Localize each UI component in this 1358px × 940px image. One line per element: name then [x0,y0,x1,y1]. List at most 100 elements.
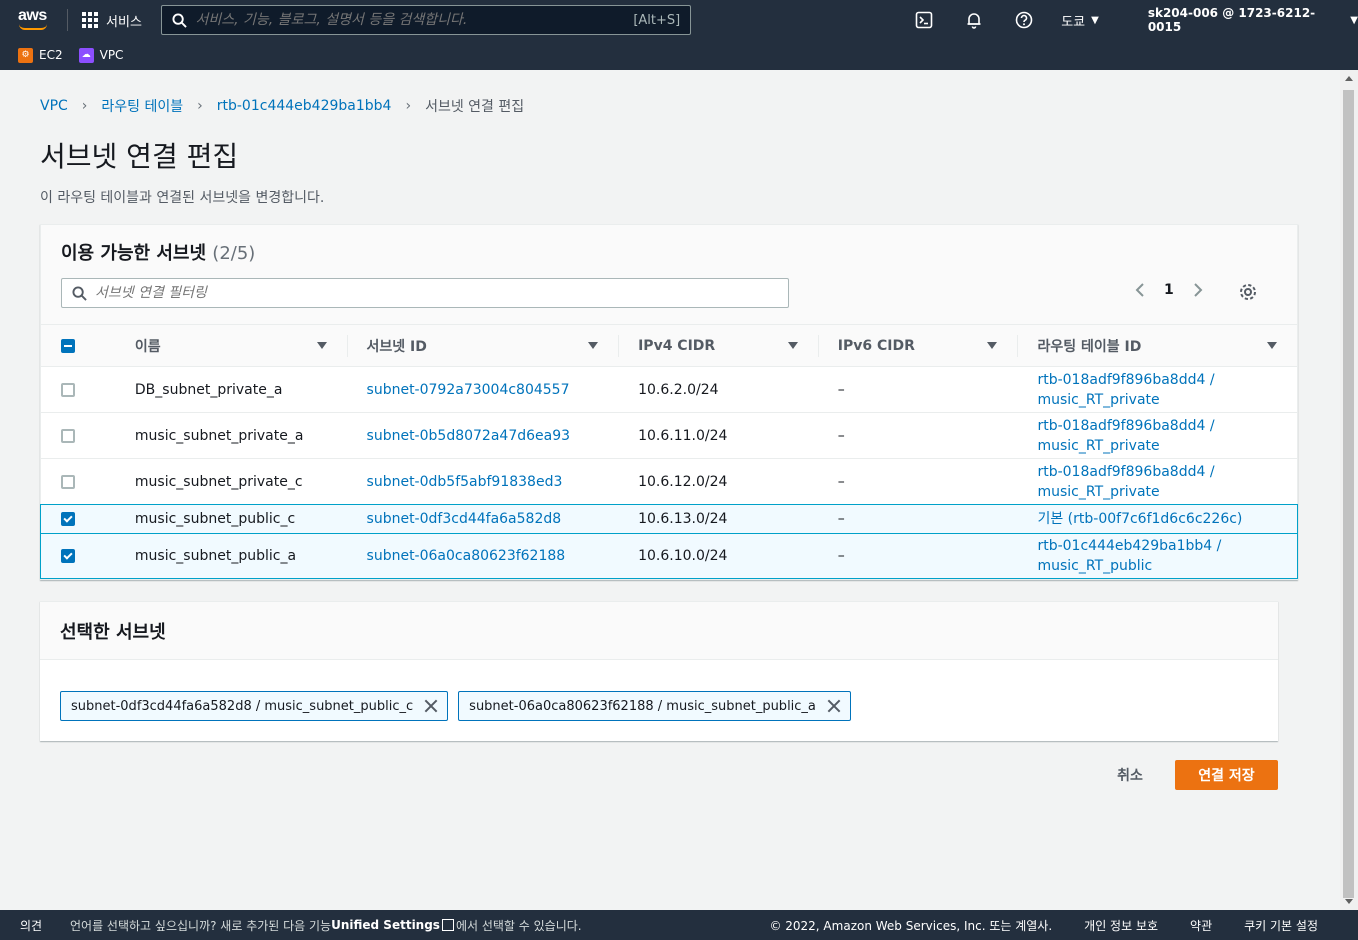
page-number[interactable]: 1 [1164,282,1174,298]
chevron-right-icon: › [405,98,412,114]
global-search-input[interactable] [195,12,634,28]
route-table-id[interactable]: rtb-018adf9f896ba8dd4 / [1037,462,1214,482]
favorite-label: EC2 [39,48,63,62]
select-all-checkbox[interactable] [61,338,75,353]
close-icon[interactable] [826,698,842,714]
subnet-id-link[interactable]: subnet-06a0ca80623f62188 [367,548,566,564]
close-icon[interactable] [423,698,439,714]
row-checkbox[interactable] [61,382,75,397]
selected-token-list: subnet-0df3cd44fa6a582d8 / music_subnet_… [60,691,851,721]
ec2-icon: ⚙ [18,47,33,63]
column-ipv4-cidr[interactable]: IPv4 CIDR [618,325,818,366]
scroll-up-icon[interactable] [1345,76,1353,81]
row-checkbox-checked[interactable] [61,512,75,526]
route-table-name[interactable]: music_RT_private [1037,390,1159,410]
subnet-id-link[interactable]: subnet-0792a73004c804557 [367,382,570,398]
route-table-id[interactable]: rtb-01c444eb429ba1bb4 / [1037,536,1221,556]
page-description: 이 라우팅 테이블과 연결된 서브넷을 변경합니다. [40,190,325,206]
route-table-link[interactable]: rtb-01c444eb429ba1bb4 / music_RT_public [1017,536,1297,576]
column-name[interactable]: 이름 [115,325,347,366]
column-subnet-id[interactable]: 서브넷 ID [346,325,619,366]
route-table-id[interactable]: 기본 (rtb-00f7c6f1d6c6c226c) [1037,509,1242,529]
pagination: 1 [1134,282,1204,298]
subnet-id-link[interactable]: subnet-0df3cd44fa6a582d8 [367,511,562,527]
route-table-link[interactable]: 기본 (rtb-00f7c6f1d6c6c226c) [1017,509,1297,529]
subnet-id-link[interactable]: subnet-0db5f5abf91838ed3 [367,474,563,490]
route-table-id[interactable]: rtb-018adf9f896ba8dd4 / [1037,370,1214,390]
route-table-link[interactable]: rtb-018adf9f896ba8dd4 / music_RT_private [1017,370,1297,410]
row-checkbox[interactable] [61,428,75,443]
sort-caret-icon[interactable] [987,342,998,349]
favorite-ec2[interactable]: ⚙ EC2 [18,47,63,63]
ipv4-cidr: 10.6.10.0/24 [638,548,728,564]
subnet-filter[interactable] [61,278,789,308]
notifications-button[interactable] [949,11,999,29]
sort-caret-icon[interactable] [316,342,327,349]
scrollbar-thumb[interactable] [1343,90,1354,898]
row-checkbox[interactable] [61,474,75,489]
route-table-name[interactable]: music_RT_private [1037,436,1159,456]
region-selector[interactable]: 도쿄 ▼ [1061,11,1130,30]
route-table-link[interactable]: rtb-018adf9f896ba8dd4 / music_RT_private [1017,462,1297,502]
sort-caret-icon[interactable] [1267,342,1278,349]
table-row[interactable]: DB_subnet_private_a subnet-0792a73004c80… [41,367,1297,413]
cancel-button[interactable]: 취소 [1102,760,1158,790]
ipv6-cidr: – [837,381,845,398]
column-name-label: 이름 [134,338,161,355]
unified-settings-link[interactable]: Unified Settings [331,918,440,932]
account-label: sk204-006 @ 1723-6212-0015 [1147,6,1316,34]
language-notice-suffix: 에서 선택할 수 있습니다. [455,918,582,933]
table-header: 이름 서브넷 ID IPv4 CIDR IPv6 CIDR 라우팅 테이블 ID [41,325,1297,367]
language-notice-prefix: 언어를 선택하고 싶으십니까? 새로 추가된 다음 기능 [70,918,332,933]
scroll-down-icon[interactable] [1345,899,1353,904]
cloudshell-button[interactable] [899,11,949,29]
nav-divider [67,9,69,31]
subnet-filter-input[interactable] [95,285,778,301]
ipv6-cidr: – [837,427,845,444]
feedback-link[interactable]: 의견 [20,917,70,934]
chevron-right-icon[interactable] [1192,282,1204,298]
favorite-vpc[interactable]: ☁ VPC [78,47,123,63]
grid-icon [82,12,99,28]
token-label: subnet-06a0ca80623f62188 / music_subnet_… [469,698,816,714]
column-ipv6-cidr[interactable]: IPv6 CIDR [817,325,1018,366]
sort-caret-icon[interactable] [588,342,599,349]
sort-caret-icon[interactable] [787,342,798,349]
help-button[interactable] [999,11,1049,29]
table-row-selected[interactable]: music_subnet_public_c subnet-0df3cd44fa6… [40,504,1298,534]
table-settings-button[interactable] [1238,282,1258,306]
route-table-name[interactable]: music_RT_private [1037,482,1159,502]
route-table-link[interactable]: rtb-018adf9f896ba8dd4 / music_RT_private [1017,416,1297,456]
column-route-table-id[interactable]: 라우팅 테이블 ID [1017,325,1297,366]
breadcrumb-vpc[interactable]: VPC [40,98,68,114]
search-icon [172,12,188,28]
table-row[interactable]: music_subnet_private_c subnet-0db5f5abf9… [41,459,1297,505]
chevron-right-icon: › [197,98,203,114]
route-table-id[interactable]: rtb-018adf9f896ba8dd4 / [1037,416,1214,436]
account-menu[interactable]: sk204-006 @ 1723-6212-0015 ▼ [1148,6,1358,34]
available-subnets-title: 이용 가능한 서브넷 (2/5) [61,239,255,265]
global-search[interactable]: [Alt+S] [161,5,692,35]
table-row[interactable]: music_subnet_private_a subnet-0b5d8072a4… [41,413,1297,459]
aws-logo[interactable]: aws [16,5,63,35]
page-scrollbar[interactable] [1340,70,1358,910]
services-menu-button[interactable]: 서비스 [82,11,158,30]
route-table-name[interactable]: music_RT_public [1037,556,1152,576]
row-checkbox-checked[interactable] [61,549,75,563]
chevron-left-icon[interactable] [1134,282,1146,298]
external-link-icon [441,919,454,931]
subnet-id-link[interactable]: subnet-0b5d8072a47d6ea93 [367,428,571,444]
caret-down-icon: ▼ [1091,14,1099,26]
bell-icon [967,13,981,29]
help-icon [1015,11,1033,29]
column-subnet-id-label: 서브넷 ID [366,338,427,355]
privacy-link[interactable]: 개인 정보 보호 [1084,917,1158,934]
save-associations-button[interactable]: 연결 저장 [1175,760,1278,790]
terms-link[interactable]: 약관 [1190,917,1212,934]
footer: 의견 언어를 선택하고 싶으십니까? 새로 추가된 다음 기능 Unified … [0,910,1358,940]
top-navigation: aws 서비스 [Alt+S] 도쿄 ▼ sk204-006 @ 1723-62… [0,0,1358,40]
cookie-preferences-link[interactable]: 쿠키 기본 설정 [1244,917,1318,934]
table-row-selected[interactable]: music_subnet_public_a subnet-06a0ca80623… [40,533,1298,579]
breadcrumb-route-tables[interactable]: 라우팅 테이블 [101,96,183,116]
breadcrumb-route-table-id[interactable]: rtb-01c444eb429ba1bb4 [217,98,392,114]
